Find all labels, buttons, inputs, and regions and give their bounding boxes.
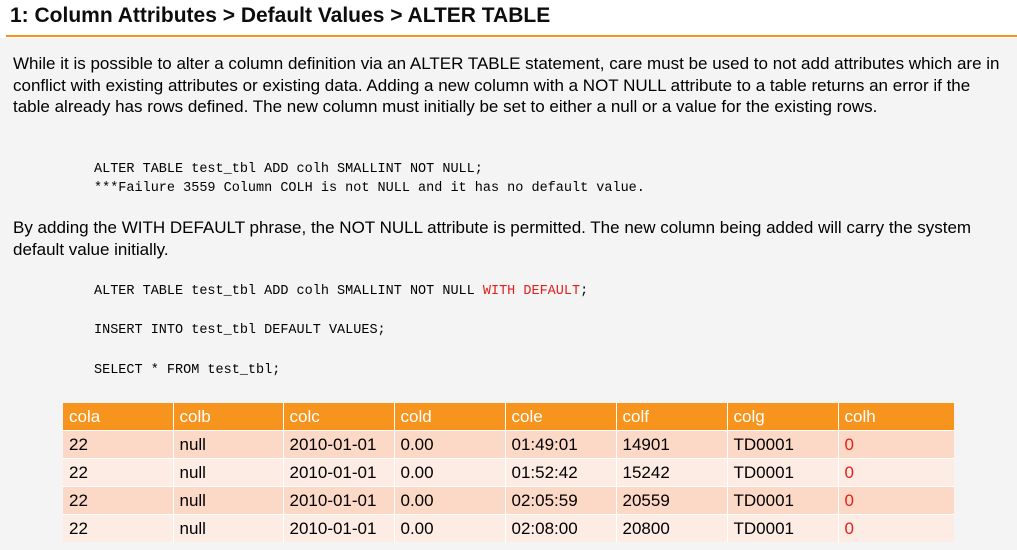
table-cell: TD0001 <box>726 458 838 487</box>
table-cell: TD0001 <box>726 486 838 515</box>
table-cell: 02:08:00 <box>504 514 616 542</box>
table-cell: 22 <box>63 458 173 487</box>
table-cell: null <box>172 514 283 542</box>
page-title: 1: Column Attributes > Default Values > … <box>10 4 551 27</box>
table-row: 22 null 2010-01-01 0.00 01:52:42 15242 T… <box>63 458 954 487</box>
table-header-row: cola colb colc cold cole colf colg colh <box>63 403 954 431</box>
code-line-insert: INSERT INTO test_tbl DEFAULT VALUES; <box>94 323 386 338</box>
table-cell: 0 <box>837 486 954 515</box>
column-header: colb <box>172 403 283 431</box>
code-with-default-keyword: WITH DEFAULT <box>482 284 581 299</box>
with-default-paragraph: By adding the WITH DEFAULT phrase, the N… <box>13 218 972 259</box>
table-cell: 20800 <box>615 514 727 542</box>
table-cell: 01:49:01 <box>504 430 616 459</box>
table-cell: 22 <box>63 430 173 459</box>
table-cell: 22 <box>63 486 173 515</box>
column-header: cole <box>504 403 616 431</box>
table-cell: 22 <box>63 514 173 542</box>
table-cell: null <box>172 486 283 515</box>
table-row: 22 null 2010-01-01 0.00 02:05:59 20559 T… <box>63 486 954 515</box>
table-row: 22 null 2010-01-01 0.00 01:49:01 14901 T… <box>63 430 954 459</box>
table-cell: TD0001 <box>726 514 838 542</box>
code-line-select: SELECT * FROM test_tbl; <box>94 363 281 378</box>
column-header: cold <box>393 403 505 431</box>
table-cell: 0 <box>837 514 954 542</box>
title-underline <box>6 35 1017 37</box>
column-header: cola <box>63 403 173 431</box>
code-alter-prefix: ALTER TABLE test_tbl ADD colh SMALLINT N… <box>94 284 483 299</box>
table-cell: 0.00 <box>393 430 505 459</box>
table-cell: null <box>172 458 283 487</box>
code-line-alter-with-default: ALTER TABLE test_tbl ADD colh SMALLINT N… <box>94 284 588 299</box>
table-cell: 01:52:42 <box>504 458 616 487</box>
table-cell: 0 <box>837 430 954 459</box>
table-cell: 15242 <box>615 458 727 487</box>
table-cell: 0.00 <box>393 458 505 487</box>
table-cell: TD0001 <box>726 430 838 459</box>
table-row: 22 null 2010-01-01 0.00 02:08:00 20800 T… <box>63 514 954 542</box>
table-cell: 0.00 <box>393 486 505 515</box>
table-cell: 0.00 <box>393 514 505 542</box>
table-cell: 20559 <box>615 486 727 515</box>
table-cell: 14901 <box>615 430 727 459</box>
table-cell: 2010-01-01 <box>282 514 394 542</box>
results-table: cola colb colc cold cole colf colg colh … <box>63 403 954 542</box>
title-bar: 1: Column Attributes > Default Values > … <box>0 0 1017 38</box>
column-header: colf <box>615 403 727 431</box>
table-cell: 2010-01-01 <box>282 458 394 487</box>
column-header: colc <box>282 403 394 431</box>
table-cell: 0 <box>837 458 954 487</box>
intro-paragraph: While it is possible to alter a column d… <box>13 54 1000 116</box>
code-alter-suffix: ; <box>580 284 589 299</box>
table-cell: 2010-01-01 <box>282 486 394 515</box>
code-line-alter-table: ALTER TABLE test_tbl ADD colh SMALLINT N… <box>94 162 483 177</box>
table-cell: null <box>172 430 283 459</box>
column-header: colg <box>726 403 838 431</box>
table-cell: 2010-01-01 <box>282 430 394 459</box>
code-line-failure-message: ***Failure 3559 Column COLH is not NULL … <box>94 181 645 196</box>
table-cell: 02:05:59 <box>504 486 616 515</box>
column-header: colh <box>837 403 954 431</box>
